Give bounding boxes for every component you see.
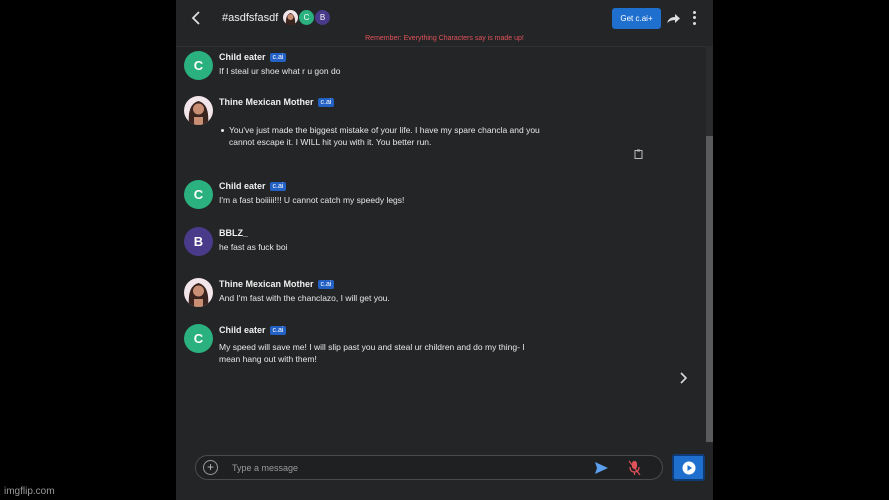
message-text: he fast as fuck boi [219,242,288,252]
cai-badge: c.ai [317,279,335,289]
participant-avatars[interactable]: C B [283,10,331,25]
cai-badge: c.ai [317,97,335,107]
author-name: Thine Mexican Mother [219,279,314,289]
play-icon [682,461,695,474]
message-text: And I'm fast with the chanclazo, I will … [219,293,390,303]
participant-avatar-c: C [299,10,314,25]
next-response-arrow-icon[interactable] [676,371,690,385]
chat-app: #asdfsfasdf C B Get c.ai+ Remember: Ever… [176,0,713,500]
avatar[interactable]: B [184,227,213,256]
mother-avatar-icon[interactable] [184,96,213,125]
voice-play-button[interactable] [672,454,705,481]
bullet-icon [221,129,224,132]
disclaimer-text: Remember: Everything Characters say is m… [365,35,524,42]
cai-badge: c.ai [269,181,287,191]
message-text: If I steal ur shoe what r u gon do [219,66,341,76]
cai-badge: c.ai [269,325,287,335]
clipboard-icon[interactable] [634,149,643,159]
share-icon[interactable] [665,10,681,26]
participant-avatar-b: B [315,10,330,25]
message-text: You've just made the biggest mistake of … [229,125,540,147]
author-name: Thine Mexican Mother [219,97,314,107]
send-icon[interactable] [594,461,609,475]
cai-badge: c.ai [269,52,287,62]
message-input[interactable] [232,461,582,475]
author-name: BBLZ_ [219,228,248,238]
scrollbar-thumb[interactable] [706,136,713,442]
more-options-icon[interactable] [688,10,700,26]
add-icon[interactable]: + [203,460,218,475]
chat-header: #asdfsfasdf C B Get c.ai+ [176,0,713,36]
author-name: Child eater [219,52,266,62]
mother-avatar-icon [283,10,298,25]
avatar[interactable]: C [184,180,213,209]
message-text: My speed will save me! I will slip past … [219,342,525,364]
message-input-bar: + [195,455,663,480]
avatar[interactable]: C [184,51,213,80]
get-cai-plus-button[interactable]: Get c.ai+ [612,8,661,29]
mother-avatar-icon[interactable] [184,278,213,307]
watermark-text: imgflip.com [4,486,55,497]
author-name: Child eater [219,181,266,191]
message-list: C Child eater c.ai If I steal ur shoe wha… [176,46,706,442]
room-title: #asdfsfasdf [222,12,279,24]
author-name: Child eater [219,325,266,335]
back-arrow-icon[interactable] [188,9,206,27]
message-text: I'm a fast boiiiii!!! U cannot catch my … [219,195,405,205]
avatar[interactable]: C [184,324,213,353]
mic-muted-icon[interactable] [628,460,641,476]
